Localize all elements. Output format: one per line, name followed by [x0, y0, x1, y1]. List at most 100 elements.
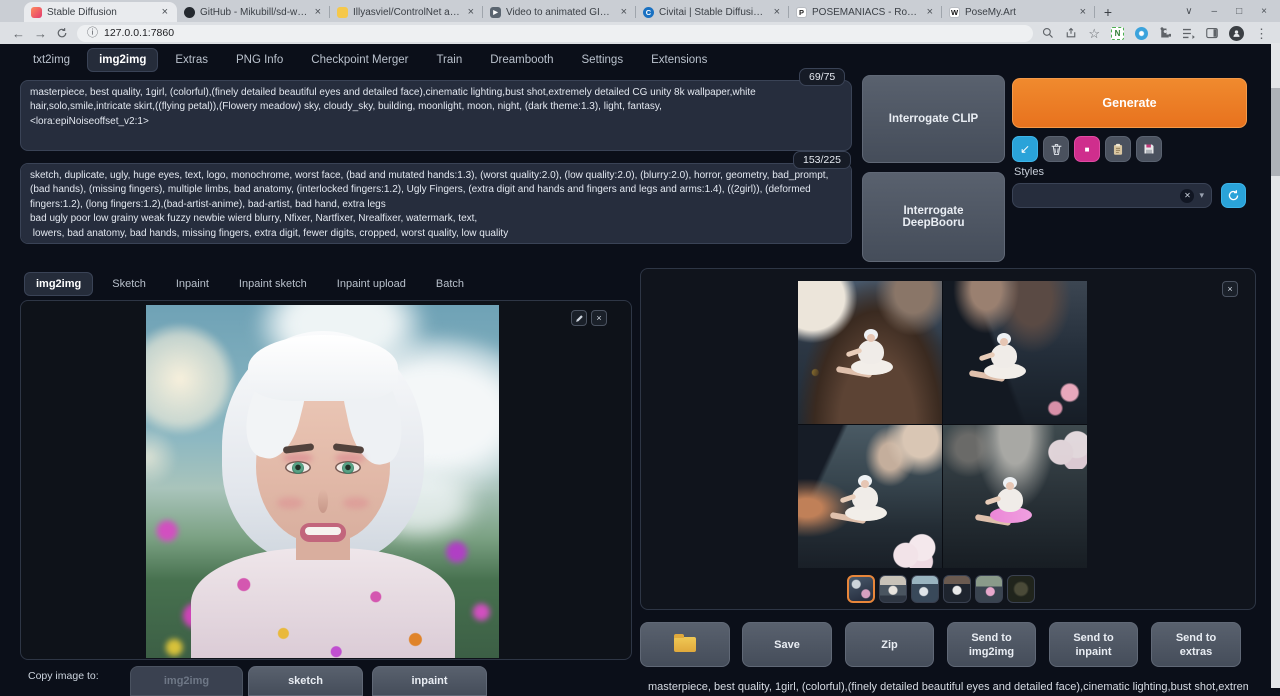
thumbnail-1[interactable] — [847, 575, 875, 603]
send-to-img2img-button[interactable]: Send to img2img — [947, 622, 1036, 667]
gallery-image-4[interactable] — [943, 425, 1087, 568]
tab-list-icon[interactable] — [1182, 28, 1195, 39]
tab-close-icon[interactable]: × — [466, 6, 476, 18]
browser-tab-posemaniacs[interactable]: P POSEMANIACS - Royalty free 3 × — [789, 2, 942, 22]
gallery-close-icon[interactable]: × — [1222, 281, 1238, 297]
tab-extensions[interactable]: Extensions — [640, 49, 718, 71]
stable-diffusion-webui: txt2img img2img Extras PNG Info Checkpoi… — [0, 44, 1280, 688]
window-controls: ∨ – □ × — [1172, 0, 1280, 22]
open-output-folder-button[interactable] — [640, 622, 730, 667]
browser-tab-civitai[interactable]: C Civitai | Stable Diffusion model × — [636, 2, 789, 22]
subtab-img2img[interactable]: img2img — [24, 272, 93, 296]
browser-tab-controlnet[interactable]: Illyasviel/ControlNet at main × — [330, 2, 483, 22]
generate-button[interactable]: Generate — [1012, 78, 1247, 128]
puzzle-extensions-icon[interactable] — [1159, 27, 1171, 39]
edit-pencil-icon[interactable] — [571, 310, 587, 326]
thumbnail-6[interactable] — [1007, 575, 1035, 603]
tab-close-icon[interactable]: × — [1078, 6, 1088, 18]
clipboard-icon — [1112, 143, 1124, 156]
tab-dreambooth[interactable]: Dreambooth — [479, 49, 564, 71]
copy-to-sketch-button[interactable]: sketch — [248, 666, 363, 696]
save-style-button[interactable] — [1136, 136, 1162, 162]
extension-blue-icon[interactable] — [1135, 27, 1148, 40]
tab-train[interactable]: Train — [425, 49, 473, 71]
gallery-image-3[interactable] — [798, 425, 942, 568]
browser-tab-stable-diffusion[interactable]: Stable Diffusion × — [24, 2, 177, 22]
send-to-extras-button[interactable]: Send to extras — [1151, 622, 1241, 667]
copy-image-to-label: Copy image to: — [28, 670, 99, 682]
subtab-inpaint[interactable]: Inpaint — [165, 273, 220, 295]
forward-icon[interactable]: → — [34, 27, 47, 40]
browser-tab-posemyart[interactable]: W PoseMy.Art × — [942, 2, 1095, 22]
uploaded-source-image[interactable] — [146, 305, 499, 658]
url-text: 127.0.0.1:7860 — [104, 27, 174, 39]
negative-prompt-token-counter: 153/225 — [793, 151, 851, 169]
interrogate-clip-button[interactable]: Interrogate CLIP — [862, 75, 1005, 163]
styles-clear-icon[interactable]: ✕ — [1180, 189, 1194, 203]
scrollbar-thumb[interactable] — [1271, 88, 1280, 176]
new-tab-button[interactable]: + — [1095, 2, 1121, 22]
tab-extras[interactable]: Extras — [164, 49, 219, 71]
paste-generation-params-button[interactable]: ↙ — [1012, 136, 1038, 162]
bookmark-star-icon[interactable]: ☆ — [1088, 27, 1100, 40]
reload-icon[interactable] — [56, 27, 68, 39]
folder-icon — [674, 637, 696, 652]
prompt-input[interactable]: masterpiece, best quality, 1girl, (color… — [20, 80, 852, 151]
subtab-sketch[interactable]: Sketch — [101, 273, 157, 295]
browser-tab-gif-converter[interactable]: ▶ Video to animated GIF converter × — [483, 2, 636, 22]
chevron-down-icon[interactable]: ∨ — [1185, 6, 1192, 17]
tab-checkpoint-merger[interactable]: Checkpoint Merger — [300, 49, 419, 71]
gallery-grid — [798, 281, 1087, 568]
send-to-inpaint-button[interactable]: Send to inpaint — [1049, 622, 1138, 667]
save-button[interactable]: Save — [742, 622, 832, 667]
negative-prompt-input[interactable]: sketch, duplicate, ugly, huge eyes, text… — [20, 163, 852, 244]
clear-prompt-button[interactable] — [1043, 136, 1069, 162]
tab-title: Civitai | Stable Diffusion model — [659, 7, 767, 18]
tab-close-icon[interactable]: × — [619, 6, 629, 18]
maximize-icon[interactable]: □ — [1236, 6, 1242, 17]
tab-title: GitHub - Mikubill/sd-webui-con — [200, 7, 308, 18]
info-icon[interactable]: ⓘ — [87, 28, 98, 39]
profile-avatar[interactable] — [1229, 26, 1244, 41]
tab-close-icon[interactable]: × — [313, 6, 323, 18]
zoom-icon[interactable] — [1042, 27, 1054, 39]
subtab-inpaint-sketch[interactable]: Inpaint sketch — [228, 273, 318, 295]
apply-styles-button[interactable] — [1105, 136, 1131, 162]
tab-close-icon[interactable]: × — [925, 6, 935, 18]
copy-to-inpaint-button[interactable]: inpaint — [372, 666, 487, 696]
subtab-batch[interactable]: Batch — [425, 273, 475, 295]
source-image-panel: × — [20, 300, 632, 660]
tab-img2img[interactable]: img2img — [87, 48, 158, 72]
styles-dropdown[interactable]: ✕ ▾ — [1012, 183, 1212, 208]
gallery-image-1[interactable] — [798, 281, 942, 424]
tab-txt2img[interactable]: txt2img — [22, 49, 81, 71]
thumbnail-4[interactable] — [943, 575, 971, 603]
gallery-image-2[interactable] — [943, 281, 1087, 424]
civitai-favicon: C — [643, 7, 654, 18]
zip-button[interactable]: Zip — [845, 622, 934, 667]
window-close-icon[interactable]: × — [1261, 6, 1267, 17]
tab-close-icon[interactable]: × — [160, 6, 170, 18]
image-edit-toolbar: × — [571, 310, 607, 326]
github-favicon — [184, 7, 195, 18]
thumbnail-5[interactable] — [975, 575, 1003, 603]
kebab-menu-icon[interactable]: ⋮ — [1255, 27, 1268, 40]
address-bar[interactable]: ⓘ 127.0.0.1:7860 — [77, 25, 1033, 42]
minimize-icon[interactable]: – — [1212, 6, 1218, 17]
thumbnail-3[interactable] — [911, 575, 939, 603]
remove-image-icon[interactable]: × — [591, 310, 607, 326]
tab-settings[interactable]: Settings — [571, 49, 635, 71]
tab-png-info[interactable]: PNG Info — [225, 49, 294, 71]
thumbnail-2[interactable] — [879, 575, 907, 603]
back-icon[interactable]: ← — [12, 27, 25, 40]
extension-n-icon[interactable]: N — [1111, 27, 1124, 40]
interrogate-deepbooru-button[interactable]: Interrogate DeepBooru — [862, 172, 1005, 262]
styles-refresh-button[interactable] — [1221, 183, 1246, 208]
tab-close-icon[interactable]: × — [772, 6, 782, 18]
share-icon[interactable] — [1065, 27, 1077, 39]
sidebar-icon[interactable] — [1206, 27, 1218, 39]
generation-info-text: masterpiece, best quality, 1girl, (color… — [648, 681, 1248, 693]
extra-networks-button[interactable]: ■ — [1074, 136, 1100, 162]
browser-tab-github[interactable]: GitHub - Mikubill/sd-webui-con × — [177, 2, 330, 22]
subtab-inpaint-upload[interactable]: Inpaint upload — [326, 273, 417, 295]
